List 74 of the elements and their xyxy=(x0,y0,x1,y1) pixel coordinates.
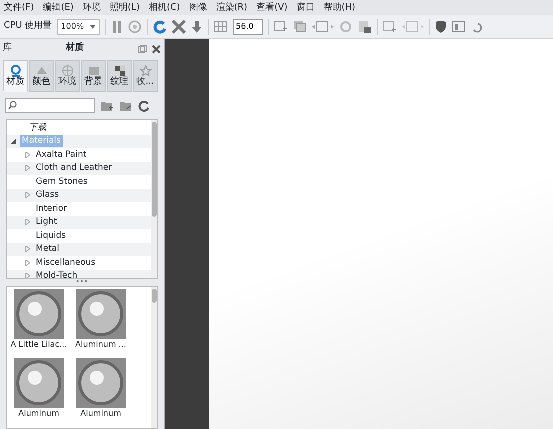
tree-item[interactable]: Light xyxy=(34,216,60,228)
thumbnail-label: Aluminum xyxy=(18,408,60,419)
panel-tab[interactable]: 纹理 xyxy=(107,60,132,92)
expand-arrow-icon[interactable] xyxy=(25,246,31,252)
tree-item[interactable]: Miscellaneous xyxy=(34,256,98,269)
cpu-usage-label: CPU 使用量 xyxy=(4,20,52,33)
folder-add-icon[interactable] xyxy=(100,100,114,112)
search-icon xyxy=(8,101,17,110)
menu-item[interactable]: 照明(L) xyxy=(110,2,140,14)
image-nav-icon[interactable] xyxy=(312,20,334,34)
tree-item[interactable]: Interior xyxy=(34,202,70,215)
collapse-arrow-icon[interactable] xyxy=(11,138,17,144)
tree-item[interactable]: Gem Stones xyxy=(34,176,90,188)
expand-arrow-icon[interactable] xyxy=(25,152,31,158)
sphere-thumbnail[interactable] xyxy=(76,289,126,339)
thumbnail-label: Aluminum ... xyxy=(76,339,126,350)
panel-title: 材质 xyxy=(64,42,85,56)
tree-item[interactable]: Liquids xyxy=(34,230,68,242)
checker-icon xyxy=(114,64,126,76)
down-arrow-icon[interactable] xyxy=(191,20,204,34)
image-stack-icon[interactable] xyxy=(293,20,308,34)
number-field[interactable]: 56.0 xyxy=(233,18,264,34)
expand-arrow-icon[interactable] xyxy=(25,273,31,278)
scrollbar[interactable] xyxy=(151,120,157,278)
menu-item[interactable]: 编辑(E) xyxy=(43,2,74,14)
menu-item[interactable]: 查看(V) xyxy=(256,2,288,14)
tree-item[interactable]: Metal xyxy=(34,243,62,256)
layer-add-icon[interactable] xyxy=(383,20,398,34)
caret-icon[interactable] xyxy=(90,24,96,28)
pause-icon[interactable] xyxy=(111,20,124,34)
menu-item[interactable]: 文件(F) xyxy=(4,2,34,14)
picture-icon xyxy=(88,64,100,76)
panel-tab[interactable]: 背景 xyxy=(81,60,106,92)
expand-arrow-icon[interactable] xyxy=(25,165,31,172)
sphere-thumbnail[interactable] xyxy=(14,289,64,339)
cpu-usage-dropdown[interactable]: 100% xyxy=(57,18,100,34)
screenshot-add-icon[interactable] xyxy=(274,20,288,34)
menu-item[interactable]: 帮助(H) xyxy=(324,2,356,14)
tree-item[interactable]: Axalta Paint xyxy=(34,148,89,161)
restore-icon[interactable] xyxy=(138,44,148,54)
expand-arrow-icon[interactable] xyxy=(25,192,31,198)
panel-tab[interactable]: 材质 xyxy=(3,60,28,92)
folder-arrow-icon[interactable] xyxy=(119,100,133,112)
menu-item[interactable]: 环境 xyxy=(82,2,101,14)
thumbnail-label: Aluminum xyxy=(80,408,122,419)
refresh-icon[interactable] xyxy=(138,100,150,112)
expand-arrow-icon[interactable] xyxy=(25,219,31,226)
thumbnail-label: A Little Lilac... xyxy=(10,339,68,350)
menu-item[interactable]: 图像 xyxy=(189,2,208,14)
close-icon[interactable] xyxy=(152,44,161,54)
layer-nav-icon[interactable] xyxy=(402,20,424,34)
sphere-thumbnail[interactable] xyxy=(76,358,126,408)
tree-item[interactable]: 下载 xyxy=(27,122,49,134)
search-field[interactable] xyxy=(5,98,95,113)
panel-tab[interactable]: 环境 xyxy=(55,60,80,92)
menu-item[interactable]: 窗口 xyxy=(296,2,315,14)
grid-icon[interactable] xyxy=(214,20,228,32)
expand-arrow-icon[interactable] xyxy=(25,260,31,266)
scrollbar[interactable] xyxy=(151,287,157,428)
menu-item[interactable]: 相机(C) xyxy=(148,2,180,14)
globe-icon xyxy=(62,64,74,76)
menu-item[interactable]: 渲染(R) xyxy=(216,2,248,14)
sphere-thumbnail[interactable] xyxy=(14,358,64,408)
star-icon xyxy=(140,64,152,76)
sphere-icon xyxy=(10,64,22,76)
cycle-icon[interactable] xyxy=(339,20,354,34)
panel-library-label: 库 xyxy=(3,42,12,56)
refresh-icon[interactable] xyxy=(153,20,168,34)
panel-tab[interactable]: 颜色 xyxy=(29,60,54,92)
panel-tab[interactable]: 收... xyxy=(133,60,158,92)
tree-item[interactable]: Glass xyxy=(34,189,62,202)
swatch-icon xyxy=(36,64,48,76)
layout-icon[interactable] xyxy=(452,20,466,34)
shield-icon[interactable] xyxy=(435,20,448,34)
